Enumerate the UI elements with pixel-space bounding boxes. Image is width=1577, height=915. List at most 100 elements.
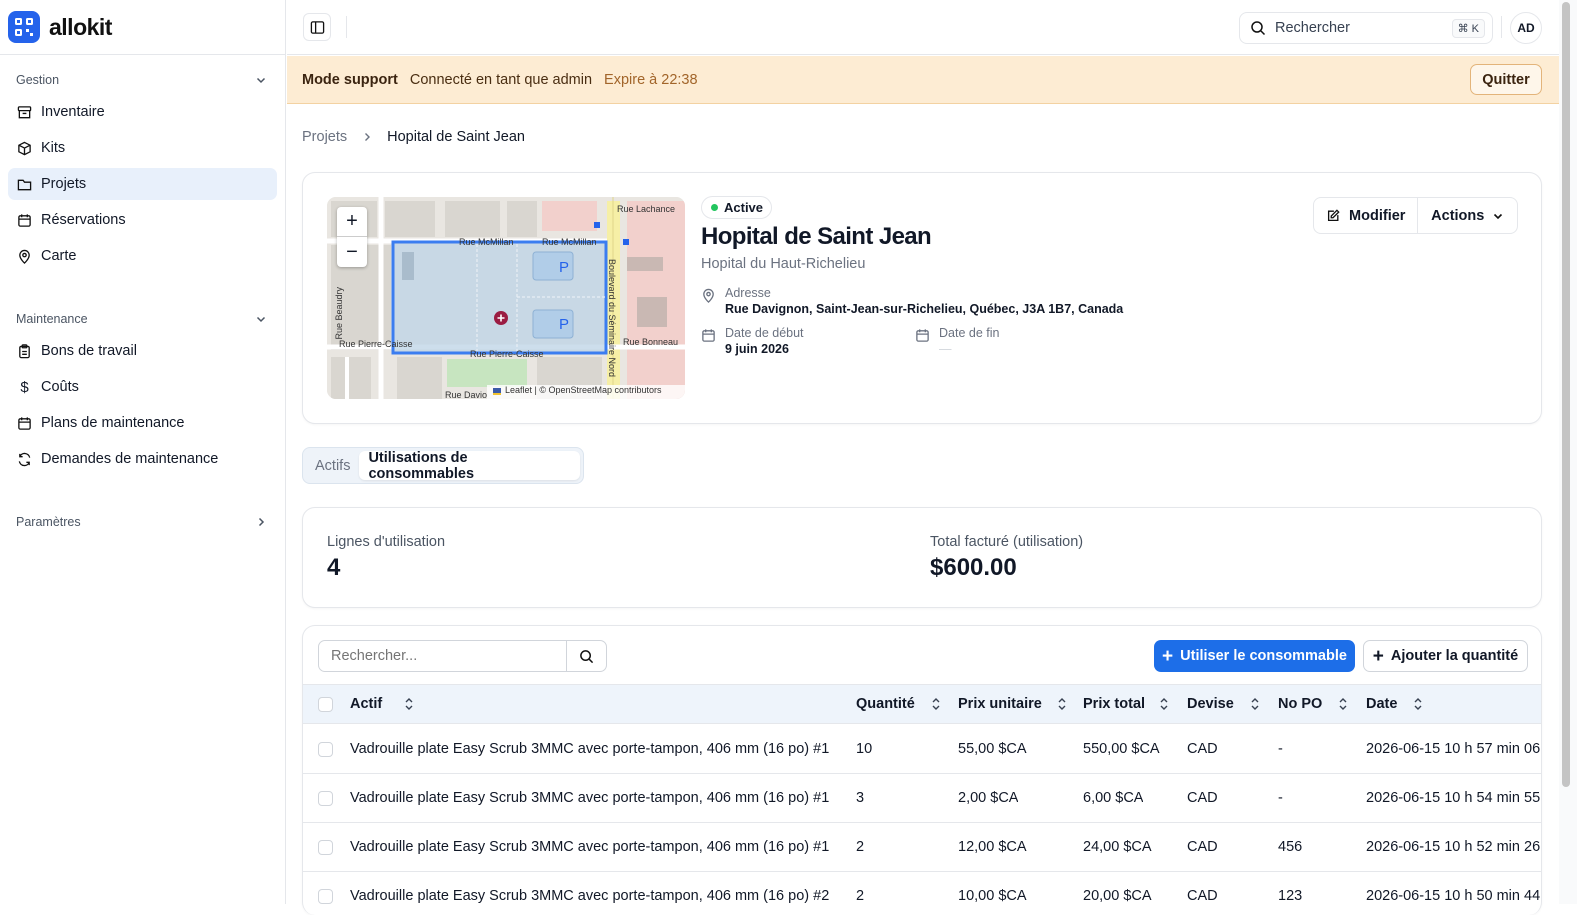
sidebar-item-label: Coûts	[41, 379, 79, 395]
end-date-label: Date de fin	[939, 326, 1000, 340]
status-badge: Active	[701, 196, 773, 219]
project-subtitle: Hopital du Haut-Richelieu	[701, 256, 866, 272]
breadcrumb-parent[interactable]: Projets	[302, 129, 347, 145]
table-search-input[interactable]	[319, 641, 567, 671]
start-date-label: Date de début	[725, 326, 804, 340]
app-name: allokit	[49, 13, 112, 40]
sidebar-item-reservations[interactable]: Réservations	[8, 204, 277, 236]
breadcrumb-current: Hopital de Saint Jean	[387, 129, 525, 145]
status-text: Active	[724, 200, 764, 215]
sidebar-item-demandes[interactable]: Demandes de maintenance	[8, 443, 277, 475]
global-search[interactable]: Rechercher ⌘ K	[1239, 12, 1493, 44]
cell-actif: Vadrouille plate Easy Scrub 3MMC avec po…	[350, 790, 830, 806]
zoom-in-button[interactable]: +	[337, 207, 367, 237]
street-label: Rue Beaudry	[334, 287, 344, 340]
sidebar-item-inventaire[interactable]: Inventaire	[8, 96, 277, 128]
archive-icon	[17, 105, 32, 120]
logo[interactable]: allokit	[0, 0, 285, 55]
chevron-down-icon	[256, 77, 266, 84]
column-header-quantite[interactable]: Quantité	[856, 696, 941, 712]
add-quantity-label: Ajouter la quantité	[1390, 648, 1519, 664]
total-billed-label: Total facturé (utilisation)	[930, 534, 1084, 550]
column-label: Quantité	[856, 696, 915, 712]
support-connected-text: Connecté en tant que admin	[409, 71, 593, 88]
parking-icon: P	[559, 259, 570, 276]
page-scrollbar-thumb[interactable]	[1562, 2, 1570, 787]
logo-icon	[8, 11, 40, 43]
street-label: Rue Pierre-Caisse	[470, 349, 544, 359]
sidebar-item-projets[interactable]: Projets	[8, 168, 277, 200]
parking-icon: P	[559, 316, 570, 333]
section-maintenance[interactable]: Maintenance	[0, 307, 285, 331]
sort-icon	[405, 698, 413, 711]
cell-prix-total: 24,00 $CA	[1083, 839, 1152, 855]
sort-icon	[932, 698, 940, 711]
street-label: Rue Bonneau	[623, 337, 679, 347]
table-search-button[interactable]	[566, 641, 606, 671]
column-header-devise[interactable]: Devise	[1187, 696, 1260, 712]
table-row[interactable]: Vadrouille plate Easy Scrub 3MMC avec po…	[303, 774, 1541, 823]
cell-date: 2026-06-15 10 h 50 min 44	[1366, 888, 1541, 904]
refresh-icon	[17, 452, 32, 467]
calendar-icon	[17, 213, 32, 228]
actions-dropdown-button[interactable]: Actions	[1418, 198, 1517, 233]
pencil-icon	[1328, 208, 1340, 221]
column-header-prix-unitaire[interactable]: Prix unitaire	[958, 696, 1067, 712]
support-mode-label: Mode support	[302, 71, 398, 88]
tab-actifs[interactable]: Actifs	[306, 458, 359, 474]
tab-utilisations[interactable]: Utilisations de consommables	[359, 450, 580, 482]
cell-no-po: -	[1278, 790, 1283, 806]
topbar-divider	[1501, 16, 1502, 38]
column-header-actif[interactable]: Actif	[350, 696, 414, 712]
total-billed-value: $600.00	[930, 554, 1017, 581]
support-expiry-text: Expire à 22:38	[604, 71, 698, 88]
sidebar-item-carte[interactable]: Carte	[8, 240, 277, 272]
sidebar-item-label: Réservations	[41, 212, 126, 228]
plus-icon: +	[1372, 645, 1384, 667]
sidebar-toggle-button[interactable]	[303, 13, 331, 41]
table-row[interactable]: Vadrouille plate Easy Scrub 3MMC avec po…	[303, 872, 1541, 915]
sidebar-item-plans[interactable]: Plans de maintenance	[8, 407, 277, 439]
clipboard-icon	[17, 343, 32, 359]
sidebar-item-kits[interactable]: Kits	[8, 132, 277, 164]
usage-lines-label: Lignes d'utilisation	[327, 534, 446, 550]
row-checkbox[interactable]	[318, 791, 333, 806]
column-header-no-po[interactable]: No PO	[1278, 696, 1348, 712]
folder-icon	[17, 177, 32, 192]
sidebar-item-label: Inventaire	[41, 104, 105, 120]
column-header-prix-total[interactable]: Prix total	[1083, 696, 1169, 712]
edit-project-button[interactable]: Modifier	[1314, 198, 1419, 233]
street-label: Rue McMillan	[459, 237, 514, 247]
quit-support-button[interactable]: Quitter	[1470, 64, 1542, 95]
usage-table-card: + Utiliser le consommable + Ajouter la q…	[302, 625, 1542, 915]
row-checkbox[interactable]	[318, 889, 333, 904]
sidebar-item-bons-de-travail[interactable]: Bons de travail	[8, 335, 277, 367]
dollar-icon: $	[20, 378, 29, 396]
column-header-date[interactable]: Date	[1366, 696, 1423, 712]
column-label: Prix total	[1083, 696, 1146, 712]
cell-prix-total: 550,00 $CA	[1083, 741, 1160, 757]
zoom-out-button[interactable]: −	[337, 237, 367, 267]
section-gestion[interactable]: Gestion	[0, 68, 285, 92]
avatar[interactable]: AD	[1510, 12, 1542, 44]
table-search	[318, 640, 607, 672]
map-pin-icon	[703, 288, 714, 303]
usage-stats-card: Lignes d'utilisation 4 Total facturé (ut…	[302, 507, 1542, 608]
table-row[interactable]: Vadrouille plate Easy Scrub 3MMC avec po…	[303, 823, 1541, 872]
project-map[interactable]: Rue Lachance Rue McMillan Rue McMillan B…	[327, 197, 685, 399]
column-label: Date	[1366, 696, 1398, 712]
use-consumable-button[interactable]: + Utiliser le consommable	[1154, 640, 1355, 672]
row-checkbox[interactable]	[318, 840, 333, 855]
calendar-icon	[702, 329, 715, 342]
panel-left-icon	[310, 20, 324, 34]
section-parametres[interactable]: Paramètres	[0, 510, 285, 534]
cell-prix-total: 20,00 $CA	[1083, 888, 1152, 904]
sidebar-item-couts[interactable]: $ Coûts	[8, 371, 277, 403]
select-all-checkbox[interactable]	[318, 697, 333, 712]
sidebar-item-label: Kits	[41, 140, 66, 156]
table-row[interactable]: Vadrouille plate Easy Scrub 3MMC avec po…	[303, 725, 1541, 774]
cell-devise: CAD	[1187, 839, 1218, 855]
cell-no-po: 456	[1278, 839, 1303, 855]
add-quantity-button[interactable]: + Ajouter la quantité	[1363, 640, 1528, 672]
row-checkbox[interactable]	[318, 742, 333, 757]
